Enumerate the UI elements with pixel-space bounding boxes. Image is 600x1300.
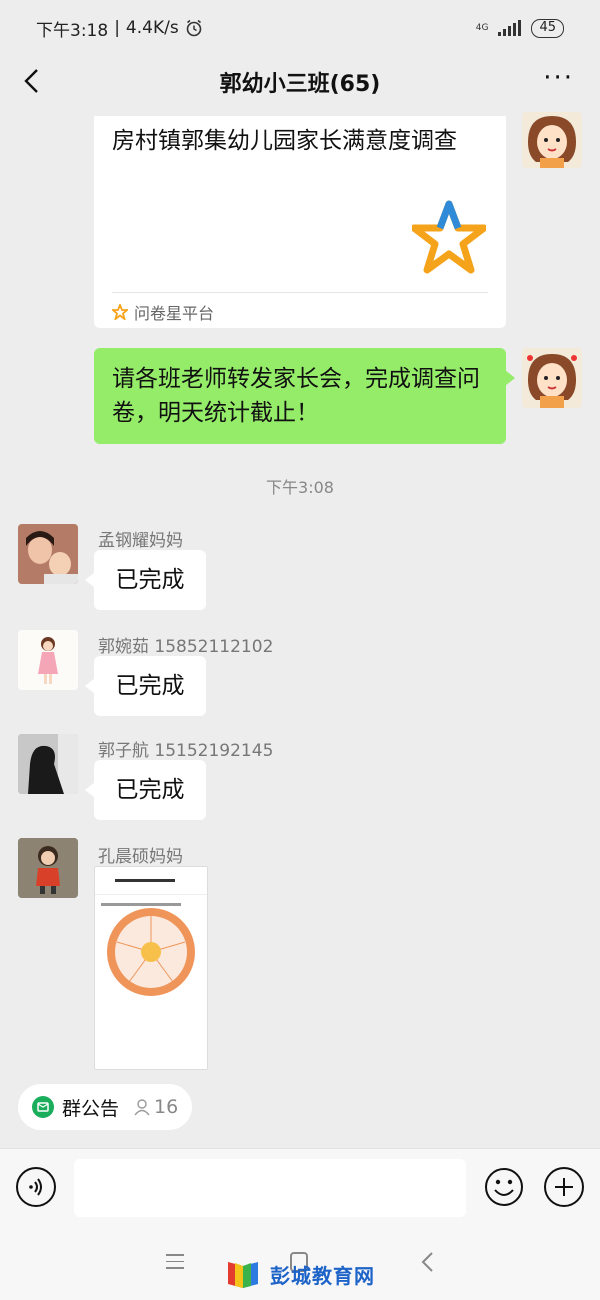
member-avatar[interactable]	[18, 734, 78, 794]
more-options-icon[interactable]: ···	[543, 65, 574, 91]
book-logo-icon	[228, 1262, 258, 1288]
sender-name: 孟钢耀妈妈	[98, 531, 183, 551]
thumbnail-wheel-graphic	[95, 908, 207, 1066]
self-avatar[interactable]	[522, 112, 582, 168]
person-icon	[134, 1099, 150, 1116]
network-speed: 4.4K/s	[125, 18, 179, 38]
image-message[interactable]	[94, 866, 208, 1070]
message-timestamp: 下午3:08	[266, 478, 334, 497]
sender-name: 孔晨硕妈妈	[98, 847, 183, 867]
message-input[interactable]	[74, 1159, 466, 1217]
status-time: 下午3:18	[36, 20, 109, 41]
watermark: 彭城教育网	[224, 1258, 375, 1290]
star-logo-icon	[412, 200, 486, 274]
notice-read-count: 16	[133, 1096, 178, 1118]
survey-link-card[interactable]: 房村镇郭集幼儿园家长满意度调查 问卷星平台	[94, 116, 506, 328]
voice-input-icon[interactable]	[16, 1167, 56, 1207]
notice-count-value: 16	[154, 1096, 179, 1118]
star-small-icon	[112, 304, 128, 320]
chat-title: 郭幼小三班(65)	[219, 72, 381, 97]
card-source-label: 问卷星平台	[134, 304, 215, 323]
status-bar: 下午3:18 | 4.4K/s 4G 45	[0, 0, 600, 56]
thumbnail-text	[95, 895, 207, 906]
received-message-bubble[interactable]: 已完成	[85, 656, 206, 716]
sent-message-bubble[interactable]: 请各班老师转发家长会，完成调查问卷，明天统计截止！	[94, 348, 515, 444]
signal-icon	[498, 20, 522, 36]
group-notice-button[interactable]: 群公告 16	[18, 1084, 193, 1130]
card-title: 房村镇郭集幼儿园家长满意度调查	[112, 128, 457, 154]
sender-name: 郭子航 15152192145	[98, 741, 274, 761]
menu-icon[interactable]	[166, 1254, 184, 1274]
sender-name: 郭婉茹 15852112102	[98, 637, 274, 657]
member-avatar[interactable]	[18, 524, 78, 584]
chat-header: 郭幼小三班(65) ···	[0, 56, 600, 108]
card-source: 问卷星平台	[112, 300, 214, 324]
watermark-text: 彭城教育网	[270, 1263, 375, 1288]
member-avatar[interactable]	[18, 838, 78, 898]
battery-indicator: 45	[531, 18, 564, 38]
plus-icon[interactable]	[544, 1167, 584, 1207]
self-avatar[interactable]	[522, 348, 582, 408]
received-message-bubble[interactable]: 已完成	[85, 760, 206, 820]
nav-back-icon[interactable]	[418, 1250, 438, 1274]
alarm-icon	[186, 19, 202, 37]
divider	[112, 292, 488, 293]
received-message-bubble[interactable]: 已完成	[85, 550, 206, 610]
input-bar	[0, 1148, 600, 1228]
back-arrow-icon[interactable]	[18, 66, 48, 96]
notice-icon	[32, 1096, 54, 1118]
thumbnail-header	[95, 867, 207, 895]
network-type: 4G	[475, 22, 489, 33]
notice-label: 群公告	[62, 1097, 120, 1120]
emoji-icon[interactable]	[484, 1167, 524, 1207]
member-avatar[interactable]	[18, 630, 78, 690]
